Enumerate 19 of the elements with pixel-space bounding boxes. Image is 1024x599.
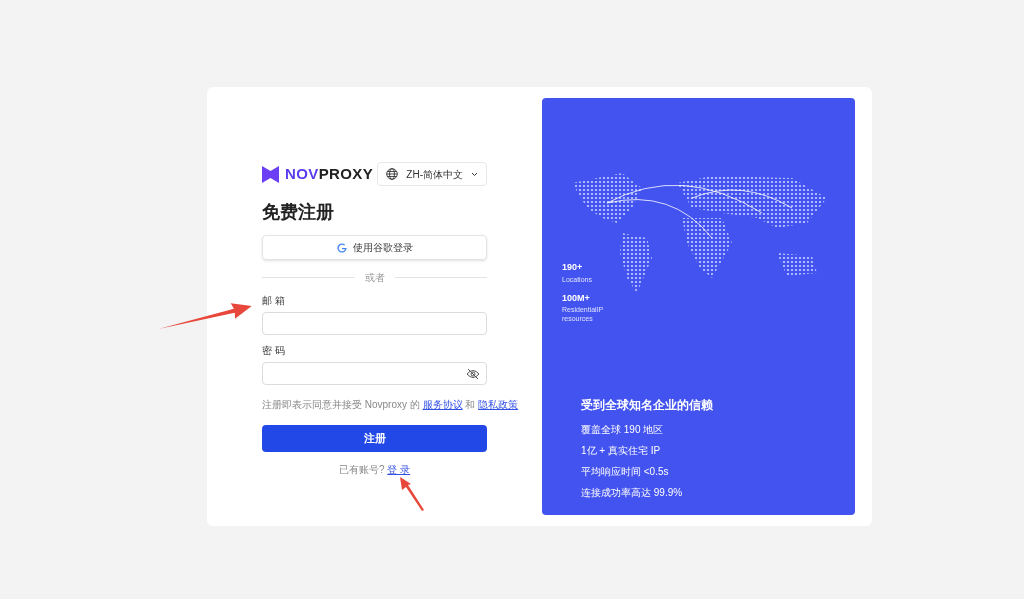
field-label: 密 码 [262, 344, 286, 358]
trust-heading: 受到全球知名企业的信赖 [581, 397, 714, 414]
trust-item: 平均响应时间 <0.5s [581, 465, 670, 479]
google-login-button[interactable]: 使用谷歌登录 [262, 235, 487, 260]
page-title: 免费注册 [262, 201, 335, 224]
stat-value: 190+ [562, 261, 584, 274]
trust-item: 连接成功率高达 99.9% [581, 486, 684, 500]
field-label: 邮 箱 [262, 294, 286, 308]
stat-value: 100M+ [562, 291, 591, 305]
service-agreement-link[interactable]: 服务协议 [422, 399, 463, 410]
brand-name: NOVPROXY [285, 163, 374, 184]
login-prompt: 已有账号? 登 录 [337, 463, 412, 477]
divider-label: 或者 [364, 271, 385, 285]
language-selector[interactable]: ZH-简体中文 [377, 162, 487, 186]
login-link[interactable]: 登 录 [387, 464, 411, 475]
privacy-policy-link[interactable]: 隐私政策 [478, 399, 519, 410]
trust-item: 覆盖全球 190 地区 [581, 423, 665, 437]
register-button[interactable]: 注册 [262, 425, 487, 452]
trust-item: 1亿 + 真实住宅 IP [581, 444, 662, 458]
